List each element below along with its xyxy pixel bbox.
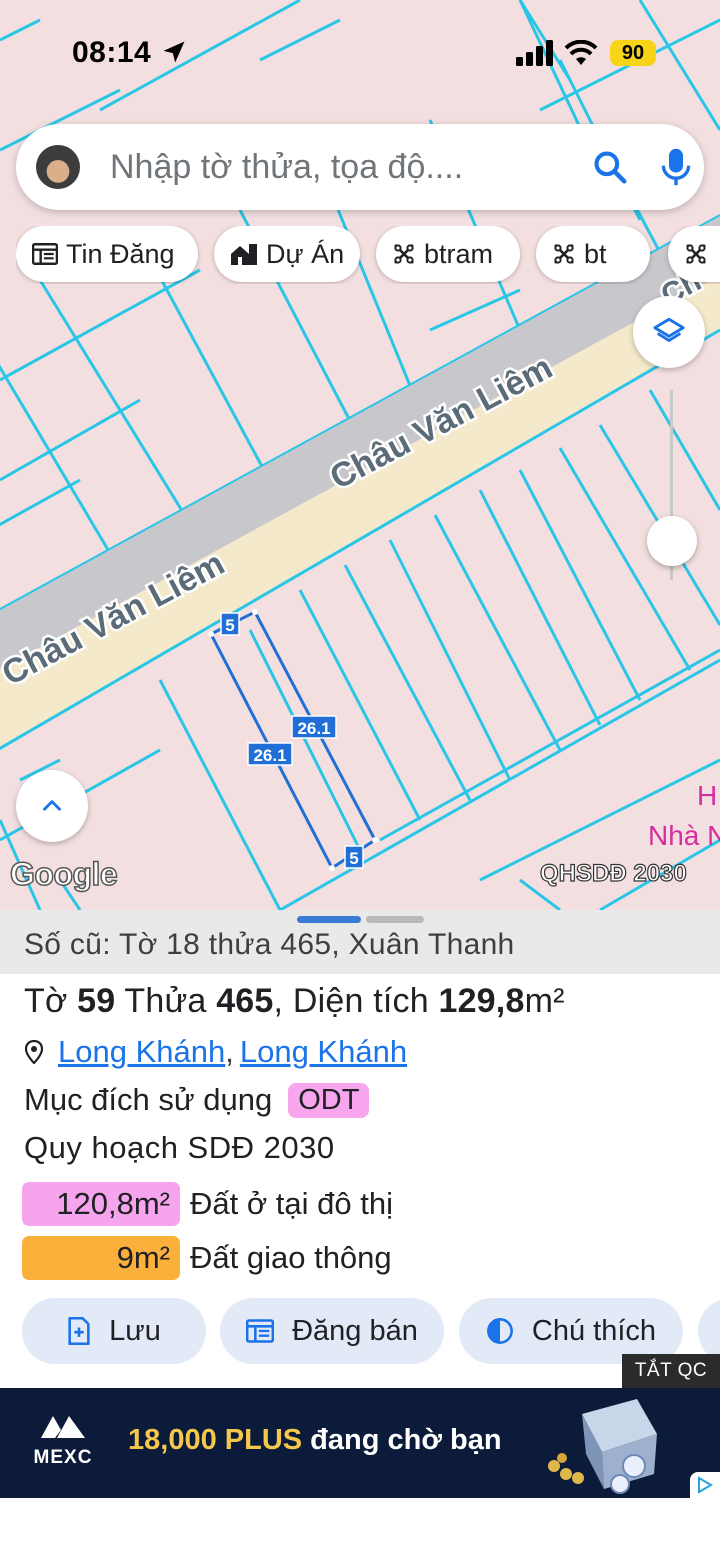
parcel-boundary (0, 364, 122, 571)
layer-label: QHSDĐ 2030 (539, 859, 687, 887)
listing-icon (246, 1319, 275, 1343)
chip-label: Tin Đăng (66, 238, 175, 269)
road-chau-van-liem (0, 214, 720, 751)
save-button[interactable]: Lưu (22, 1298, 206, 1364)
parcel-area: 129,8 (438, 982, 525, 1020)
chip-tin-dang[interactable]: Tin Đăng (16, 226, 198, 282)
post-sale-button[interactable]: Đăng bán (220, 1298, 444, 1364)
search-input[interactable] (110, 146, 550, 188)
parcel-boundary (648, 389, 720, 511)
parcel-boundary (298, 589, 422, 821)
legend-label: Chú thích (531, 1314, 657, 1347)
sheet-header[interactable]: Số cũ: Tờ 18 thửa 465, Xuân Thanh (0, 910, 720, 974)
parcel-dimension: 26.1 (297, 719, 330, 738)
zoom-slider-thumb[interactable] (647, 516, 697, 566)
action-bar: Lưu Đăng bán Chú thích (22, 1298, 720, 1366)
filter-chips: Tin Đăng Dự Án btram bt (16, 226, 720, 284)
location-arrow-icon (163, 41, 185, 63)
expand-sheet-button[interactable] (16, 770, 88, 842)
chip-btram[interactable]: btram (376, 226, 520, 282)
parcel-boundary (158, 679, 282, 910)
parcel-boundary (0, 398, 141, 482)
save-add-icon (68, 1317, 90, 1345)
area-item: 120,8m² Đất ở tại đô thị (22, 1182, 393, 1226)
mexc-logo-icon (41, 1416, 85, 1438)
usage-label: Mục đích sử dụng (24, 1082, 273, 1117)
parcel-boundary (429, 288, 521, 332)
parcel-boundary (388, 539, 512, 781)
ad-choices-icon[interactable] (690, 1472, 720, 1498)
area-value: 9m² (22, 1236, 180, 1280)
mic-icon[interactable] (659, 146, 693, 188)
sheet-handle[interactable] (297, 916, 361, 923)
status-bar: 08:14 90 (0, 0, 720, 100)
land-usage-row: Mục đích sử dụng ODT (24, 1082, 370, 1118)
status-time: 08:14 (72, 36, 152, 69)
parcel-boundary (478, 489, 602, 726)
area-desc: Đất giao thông (190, 1240, 392, 1275)
ad-brand: MEXC (33, 1447, 93, 1468)
pattern-icon (554, 244, 574, 264)
wifi-icon (564, 40, 598, 65)
parcel-boundary (433, 514, 562, 751)
area-desc: Đất ở tại đô thị (190, 1186, 393, 1221)
poi-label: H (697, 780, 717, 811)
pattern-icon (686, 244, 706, 264)
chip-label: btram (424, 238, 494, 269)
area-item: 9m² Đất giao thông (22, 1236, 392, 1280)
layers-icon (653, 317, 685, 342)
parcel-boundary (379, 648, 720, 842)
google-logo: Google (9, 855, 118, 893)
location-pin-icon (24, 1040, 44, 1064)
parcel-location: Long Khánh, Long Khánh (24, 1034, 407, 1070)
parcel-dimension: 26.1 (253, 746, 286, 765)
post-sale-label: Đăng bán (292, 1314, 418, 1347)
coins-illustration-icon (548, 1399, 657, 1494)
search-bar[interactable] (16, 124, 704, 210)
city-link[interactable]: Long Khánh (240, 1034, 407, 1070)
close-ad-button[interactable]: TẮT QC (622, 1354, 720, 1388)
parcel-info-sheet: Số cũ: Tờ 18 thửa 465, Xuân Thanh Tờ 59 … (0, 910, 720, 1386)
parcel-number: 465 (216, 982, 274, 1020)
chip-bt[interactable]: bt (536, 226, 650, 282)
sheet-handle[interactable] (366, 916, 424, 923)
usage-code-badge: ODT (288, 1082, 370, 1118)
layers-button[interactable] (633, 296, 705, 368)
contrast-icon (486, 1318, 513, 1344)
parcel-boundary (343, 564, 472, 801)
ad-brand-logo: MEXC (28, 1410, 98, 1469)
chevron-up-icon (43, 800, 61, 811)
chip-du-an[interactable]: Dự Án (214, 226, 360, 282)
sheet-number: 59 (77, 982, 116, 1020)
building-icon (231, 244, 257, 265)
parcel-boundary (518, 469, 642, 701)
old-parcel-number: Số cũ: Tờ 18 thửa 465, Xuân Thanh (24, 928, 515, 961)
chip-label: bt (584, 238, 607, 269)
battery-indicator: 90 (610, 40, 656, 66)
ad-headline: 18,000 PLUS đang chờ bạn (128, 1424, 502, 1456)
chip-more[interactable] (668, 226, 720, 282)
plan-label: Quy hoạch SDĐ 2030 (24, 1130, 335, 1165)
listing-icon (32, 243, 58, 265)
area-value: 120,8m² (22, 1182, 180, 1226)
district-link[interactable]: Long Khánh (58, 1034, 225, 1070)
parcel-boundary (328, 189, 422, 411)
save-label: Lưu (109, 1314, 161, 1347)
parcel-dimension: 5 (349, 849, 358, 868)
signal-icon (516, 40, 553, 66)
parcel-title: Tờ 59 Thửa 465, Diện tích 129,8m² (24, 982, 565, 1020)
pattern-icon (394, 244, 414, 264)
ad-banner[interactable]: MEXC 18,000 PLUS đang chờ bạn (0, 1388, 720, 1498)
search-icon[interactable] (591, 148, 629, 186)
chip-label: Dự Án (266, 238, 345, 269)
avatar[interactable] (36, 145, 80, 189)
parcel-dimension: 5 (225, 616, 234, 635)
parcel-boundary (0, 268, 201, 382)
parcel-boundary (0, 478, 81, 527)
poi-label: Nhà N (648, 820, 720, 851)
